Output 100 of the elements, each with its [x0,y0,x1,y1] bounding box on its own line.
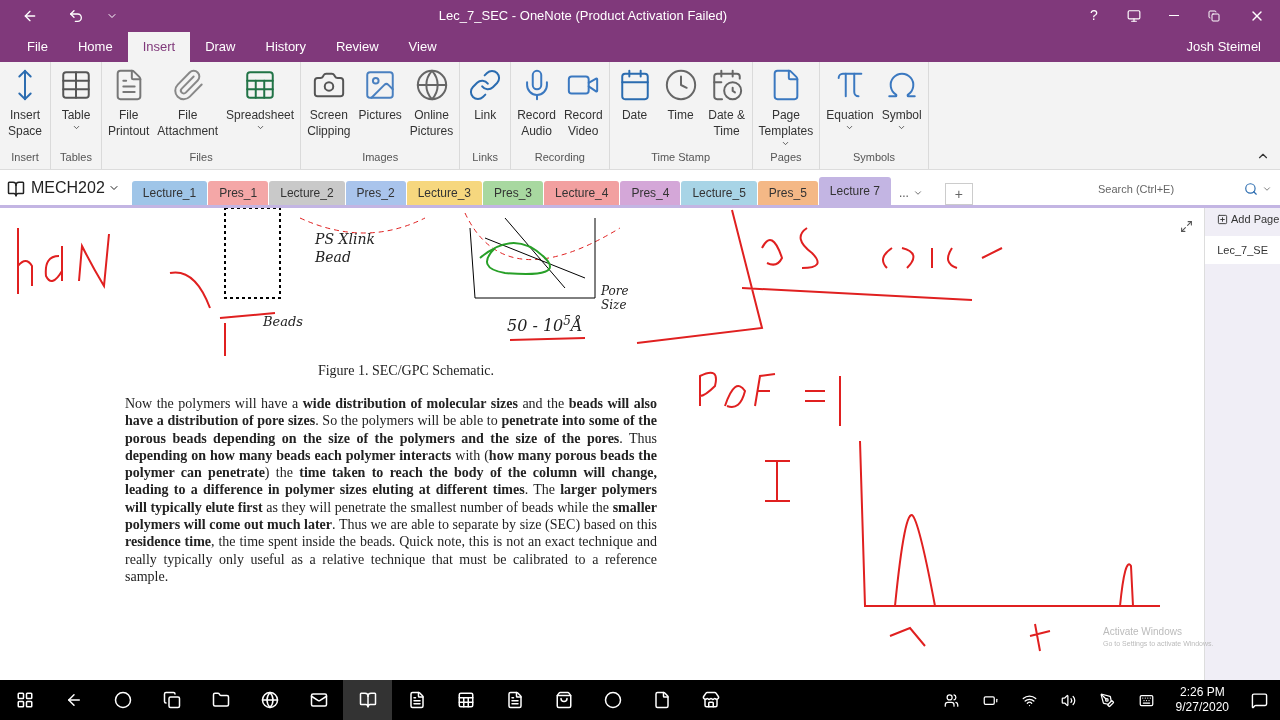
expand-icon[interactable] [1180,220,1193,233]
help-button[interactable]: ? [1074,0,1114,31]
caret-icon [781,139,791,148]
tray-icon[interactable] [1099,692,1115,708]
undo-icon [68,7,84,24]
group-label: Pages [769,149,803,165]
clock-time: 2:26 PM [1179,685,1225,700]
ribbon-display-icon [1127,8,1141,23]
search-field[interactable]: Search (Ctrl+E) [1098,180,1240,198]
caret-icon [897,123,907,132]
figure-caption: Figure 1. SEC/GPC Schematic. [316,362,496,380]
table-icon [59,68,93,102]
section-tab[interactable]: Pres_5 [757,181,818,205]
section-tab[interactable]: Lecture 7 [818,177,891,205]
menu-tab[interactable]: History [250,32,321,62]
section-tab[interactable]: Lecture_3 [406,181,482,205]
tray-icon[interactable] [943,692,959,708]
tray-icon[interactable] [1060,692,1076,708]
add-page-button[interactable]: Add Page [1205,208,1280,230]
taskbar-button[interactable] [343,680,392,720]
section-tab[interactable]: Lecture_5 [681,181,757,205]
minimize-icon [1169,15,1179,16]
menu-tab[interactable]: Insert [127,32,191,62]
group-label: Files [188,149,214,165]
user-name: Josh Steimel [1186,38,1262,57]
group-label: Recording [533,149,586,165]
menu-tab[interactable]: Draw [190,32,251,62]
ribbon-button[interactable]: Date & Time [703,68,750,149]
menu-tab[interactable]: File [12,32,63,62]
notebook-icon [7,180,25,198]
tray-icon[interactable] [1138,692,1154,708]
tray-icon[interactable] [1021,692,1037,708]
search-icon [1244,182,1258,196]
handwritten-label: Pore Size [601,284,630,312]
handwritten-label: 50 - 10$^{5}$Å [507,314,583,337]
add-section-button[interactable]: + [944,183,973,205]
group-label: Insert [10,149,40,165]
link-icon [468,68,503,102]
app-icon [456,691,475,709]
handwritten-label: PS Xlink Bead [315,230,376,266]
ribbon-button[interactable]: Screen Clipping [303,68,355,149]
group-label: Symbols [851,149,897,165]
group-label: Links [471,149,500,165]
ribbon-button[interactable]: Table [53,68,99,149]
section-tab[interactable]: Pres_3 [483,181,544,205]
app-icon [701,691,720,709]
ribbon-button[interactable]: Record Audio [513,68,560,149]
window-title: Lec_7_SEC - OneNote (Product Activation Failed) [438,6,728,25]
caret-icon [71,123,81,132]
app-icon [113,691,132,709]
caret-icon [255,123,265,132]
app-icon [358,691,377,709]
notebook-dropdown[interactable]: MECH202 [31,176,120,200]
app-icon [603,691,622,709]
ribbon-button[interactable]: Equation [822,68,878,149]
ribbon-button[interactable]: Spreadsheet [222,68,299,149]
app-icon [211,691,230,709]
menu-tab[interactable]: View [393,32,452,62]
clock-icon [663,68,698,102]
caret-icon [912,188,923,198]
ribbon-button[interactable]: Page Templates [754,68,818,149]
app-icon [652,691,671,709]
group-label: Time Stamp [650,149,711,165]
notifications-icon[interactable] [1251,691,1268,709]
activation-notice: Activate Windows [1103,625,1183,639]
plus-icon [1217,213,1228,225]
ribbon-button[interactable]: Record Video [559,68,607,149]
group-label: Images [361,149,400,165]
group-label: Tables [59,149,93,165]
handwritten-label: Beads [263,313,303,331]
section-tab[interactable]: Pres_4 [620,181,681,205]
section-tab[interactable]: Lecture_1 [131,181,208,205]
app-icon [260,691,279,709]
ribbon-button[interactable]: Date [611,68,658,149]
ribbon-button[interactable]: Link [462,68,509,149]
paragraph: Now the polymers will have a wide distribution of molecular sizes and the beads will also have a distribution of pore sizes. So the polymers will be able to penetrate into some of the porous beads depending on the size of the polymers and the size of the pores. Thus depending on how many beads each polymer interacts with (how many porous beads the polymer can penetrate) the time taken to reach the body of the column will change, leading to a difference in polymer sizes eluting at different times. The larger polymers will typically elute first as they will penetrate the smallest number of beads while the smaller polymers will come out much later. Thus we are able to separate by size (SEC) based on this residence time, the time spent inside the beads. Quick note, this is not an exact technique and really typically only useful as a relative technique that must be calibrated to a reference sample. [125,395,657,586]
app-icon [162,691,181,709]
menu-tab[interactable]: Home [62,32,128,62]
section-tab[interactable]: Pres_1 [208,181,269,205]
ribbon-button[interactable]: Insert Space [2,68,48,149]
ribbon-button[interactable]: Time [657,68,704,149]
caret-icon [1262,184,1272,194]
ribbon-button[interactable]: File Attachment [153,68,223,149]
caret-icon [845,123,855,132]
page-item[interactable]: Lec_7_SE [1205,236,1280,264]
more-sections-button[interactable]: ... [890,181,931,205]
app-icon [15,691,34,709]
section-tab[interactable]: Lecture_2 [269,181,345,205]
app-icon [554,691,573,709]
ribbon-button[interactable]: Pictures [354,68,406,149]
clock-date: 9/27/2020 [1175,700,1229,715]
ribbon-button[interactable]: Online Pictures [405,68,458,149]
ribbon-button[interactable]: File Printout [104,68,154,149]
section-tab[interactable]: Lecture_4 [544,181,620,205]
restore-icon [1208,9,1220,22]
ribbon-button[interactable]: Symbol [877,68,926,149]
menu-tab[interactable]: Review [320,32,394,62]
app-icon [505,691,524,709]
app-icon [407,691,426,709]
section-tab[interactable]: Pres_2 [345,181,406,205]
